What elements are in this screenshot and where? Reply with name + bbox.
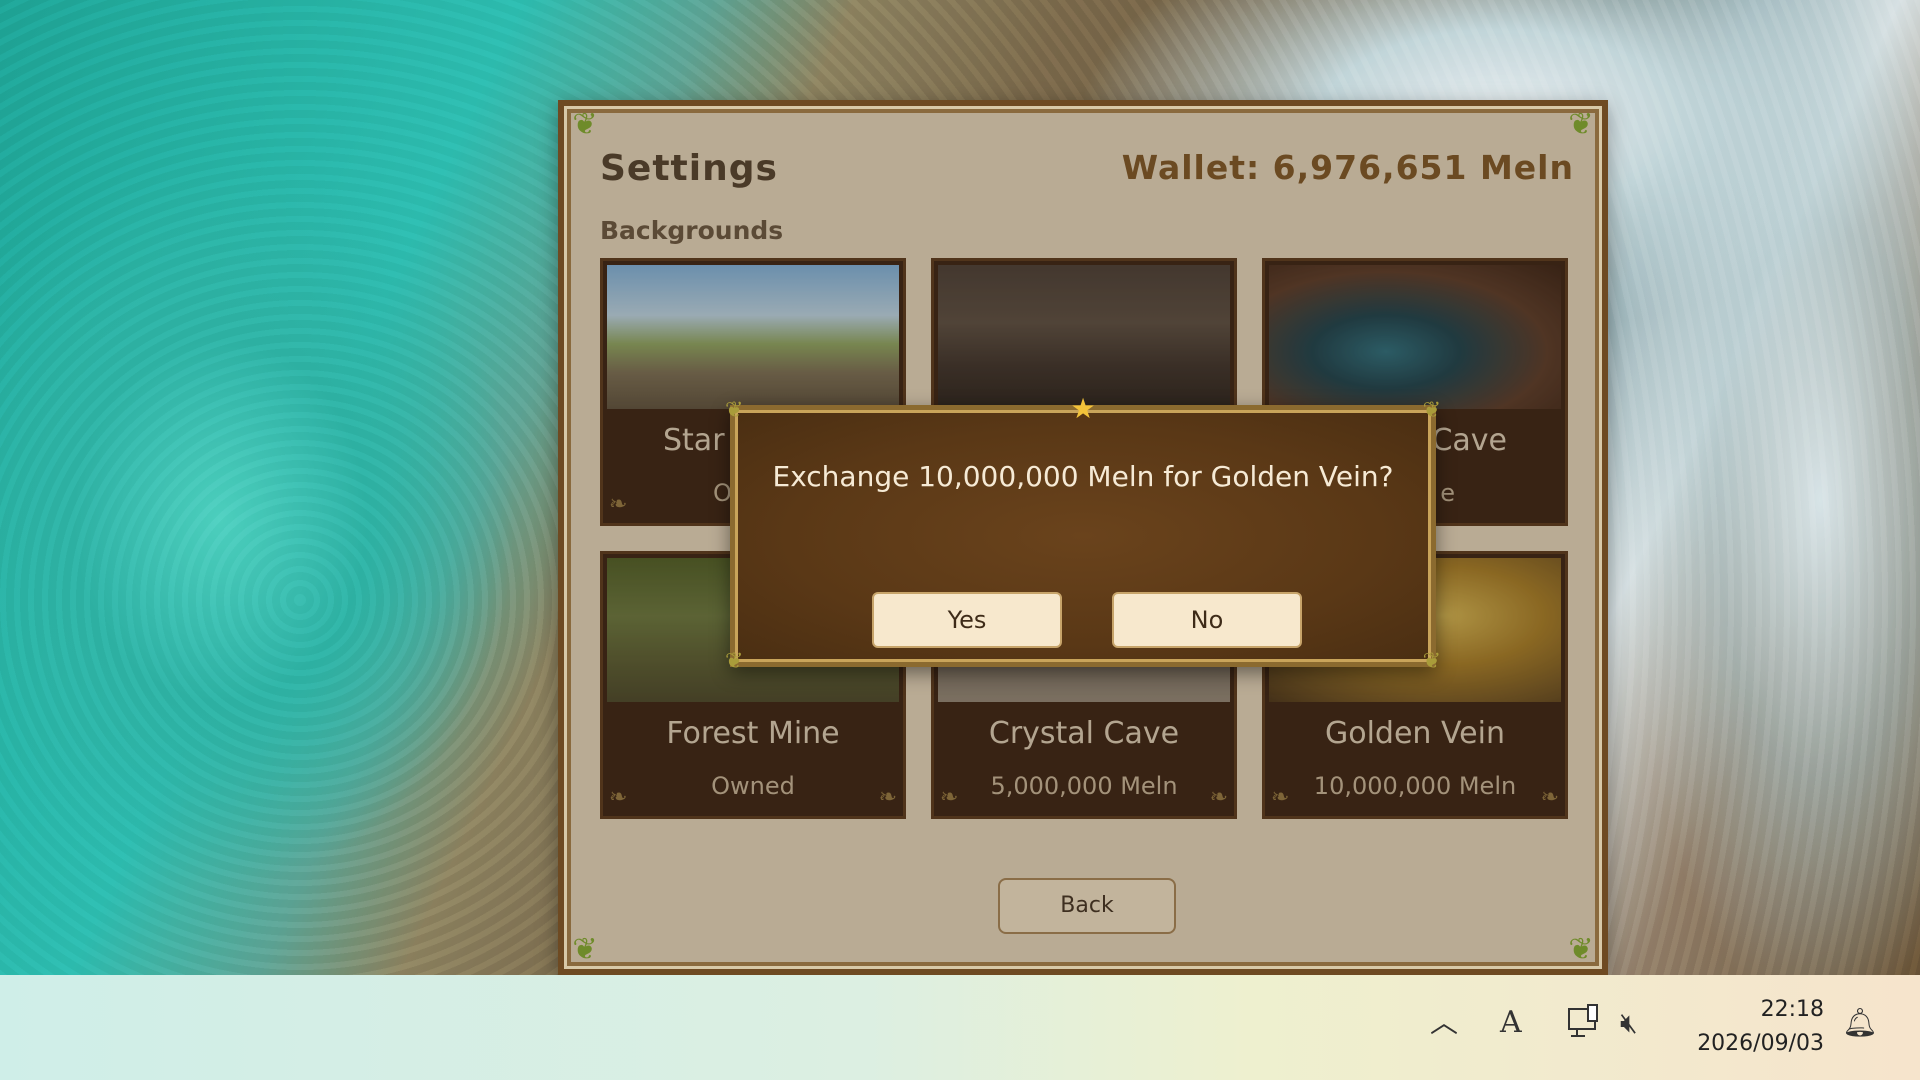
dialog-message: Exchange 10,000,000 Meln for Golden Vein…: [772, 460, 1394, 493]
leaf-ornament-icon: ❧: [1540, 785, 1559, 810]
settings-title: Settings: [600, 148, 778, 189]
leaf-corner-icon: ❦: [725, 649, 744, 674]
background-thumbnail: [1269, 265, 1561, 409]
yes-button[interactable]: Yes: [872, 592, 1062, 648]
taskbar: ︿ A 🔇︎ 22:18 2026/09/03 🔔︎: [0, 975, 1920, 1080]
back-button[interactable]: Back: [998, 878, 1176, 934]
background-status: 10,000,000 Meln: [1313, 772, 1517, 800]
taskbar-clock-time[interactable]: 22:18: [1761, 997, 1824, 1022]
wallet-balance: Wallet: 6,976,651 Meln: [1121, 148, 1574, 187]
star-icon: ★: [1070, 392, 1096, 425]
network-icon[interactable]: [1566, 1003, 1604, 1054]
leaf-ornament-icon: ❧: [609, 492, 628, 517]
leaf-corner-icon: ❦: [1422, 649, 1441, 674]
notification-icon[interactable]: 🔔︎: [1842, 1003, 1878, 1043]
leaf-ornament-icon: ❧: [1209, 785, 1228, 810]
leaf-corner-icon: ❦: [572, 107, 598, 142]
leaf-ornament-icon: ❧: [1271, 785, 1290, 810]
leaf-corner-icon: ❦: [1422, 398, 1441, 423]
background-name: Cave: [1431, 423, 1507, 458]
network-icon-svg: [1568, 1004, 1598, 1037]
background-thumbnail: [938, 265, 1230, 409]
purchase-confirm-dialog: ★ ❦ ❦ ❦ ❦ Exchange 10,000,000 Meln for G…: [725, 392, 1441, 674]
leaf-corner-icon: ❦: [1568, 107, 1594, 142]
background-thumbnail: [607, 265, 899, 409]
leaf-corner-icon: ❦: [572, 932, 598, 967]
background-name: Forest Mine: [666, 716, 840, 751]
leaf-corner-icon: ❦: [725, 398, 744, 423]
background-status: 5,000,000 Meln: [990, 772, 1178, 800]
ime-a-icon[interactable]: A: [1500, 1003, 1522, 1043]
background-status: Owned: [711, 772, 795, 800]
backgrounds-section-label: Backgrounds: [600, 216, 784, 245]
speaker-muted-icon[interactable]: 🔇︎: [1620, 1003, 1638, 1043]
leaf-corner-icon: ❦: [1568, 932, 1594, 967]
taskbar-clock-date[interactable]: 2026/09/03: [1697, 1031, 1824, 1056]
leaf-ornament-icon: ❧: [878, 785, 897, 810]
background-name: Crystal Cave: [988, 716, 1180, 751]
background-status: e: [1440, 479, 1455, 507]
leaf-ornament-icon: ❧: [940, 785, 959, 810]
background-name: Golden Vein: [1325, 716, 1505, 751]
chevron-up-icon[interactable]: ︿: [1430, 1003, 1458, 1043]
leaf-ornament-icon: ❧: [609, 785, 628, 810]
no-button[interactable]: No: [1112, 592, 1302, 648]
